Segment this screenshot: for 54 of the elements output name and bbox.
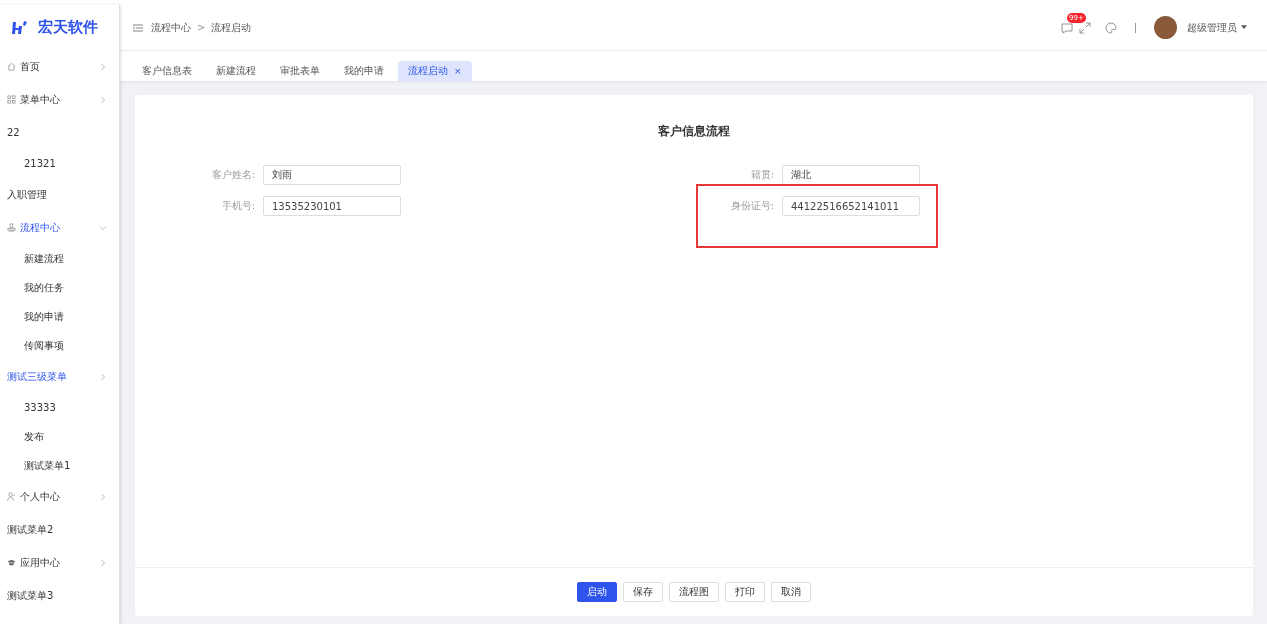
tab[interactable]: 我的申请 — [334, 61, 394, 81]
sidebar-item[interactable]: 菜单中心 — [0, 83, 119, 116]
field-label: 手机号: — [220, 199, 255, 213]
palette-icon[interactable] — [1105, 21, 1117, 34]
sidebar-subitem[interactable]: 新建流程 — [0, 244, 119, 273]
action-button[interactable]: 打印 — [725, 582, 765, 602]
tab[interactable]: 流程启动 × — [398, 61, 472, 81]
logo-icon — [12, 19, 28, 36]
action-button[interactable]: 取消 — [771, 582, 811, 602]
chat-icon[interactable] — [1061, 21, 1073, 34]
user-menu[interactable]: 超级管理员 — [1187, 20, 1247, 35]
input-field[interactable]: 刘雨 — [263, 165, 401, 185]
close-icon[interactable]: × — [454, 66, 462, 76]
breadcrumb-separator: > — [197, 22, 206, 33]
stamp-icon — [7, 223, 16, 232]
sidebar-subitem[interactable]: 33333 — [0, 393, 119, 422]
sidebar-item[interactable]: 应用中心 — [0, 546, 119, 579]
form-title: 客户信息流程 — [657, 123, 731, 140]
field-label: 客户姓名: — [210, 168, 255, 182]
caret-icon — [1241, 25, 1247, 30]
sidebar-item[interactable]: 测试三级菜单 — [0, 360, 119, 393]
user-icon — [7, 492, 16, 501]
sidebar-item[interactable]: 流程中心 — [0, 211, 119, 244]
input-field[interactable]: 湖北 — [782, 165, 920, 185]
action-button[interactable]: 流程图 — [669, 582, 719, 602]
sidebar-item[interactable]: 入职管理 — [0, 178, 119, 211]
sidebar-subitem[interactable]: 21321 — [0, 149, 119, 178]
avatar[interactable] — [1154, 16, 1177, 39]
primary-button[interactable]: 启动 — [577, 582, 617, 602]
cap-icon — [7, 558, 16, 567]
sidebar-item[interactable]: 测试菜单2 — [0, 513, 119, 546]
input-field[interactable]: 13535230101 — [263, 196, 401, 216]
sidebar-item[interactable]: 个人中心 — [0, 480, 119, 513]
field-label: 身份证号: — [729, 199, 774, 213]
action-button[interactable]: 保存 — [623, 582, 663, 602]
sidebar-subitem[interactable]: 我的任务 — [0, 273, 119, 302]
tab[interactable]: 审批表单 — [270, 61, 330, 81]
home-icon — [7, 62, 16, 71]
sidebar-subitem[interactable]: 发布 — [0, 422, 119, 451]
sidebar-subitem[interactable]: 传阅事项 — [0, 331, 119, 360]
sidebar-item[interactable]: 测试菜单3 — [0, 579, 119, 612]
sidebar-subitem[interactable]: 我的申请 — [0, 302, 119, 331]
sidebar-item[interactable]: 22 — [0, 116, 119, 149]
brand-name: 宏天软件 — [38, 18, 98, 37]
sidebar-item[interactable]: 首页 — [0, 50, 119, 83]
input-field[interactable]: 44122516652141011 — [782, 196, 920, 216]
field-label: 籍贯: — [749, 168, 774, 182]
tab[interactable]: 客户信息表 — [132, 61, 202, 81]
tab[interactable]: 新建流程 — [206, 61, 266, 81]
breadcrumb-item[interactable]: 流程中心 — [151, 20, 191, 35]
grid-icon — [7, 95, 16, 104]
fullscreen-icon[interactable] — [1079, 21, 1091, 34]
breadcrumb-item[interactable]: 流程启动 — [211, 20, 252, 35]
sidebar-subitem[interactable]: 测试菜单1 — [0, 451, 119, 480]
